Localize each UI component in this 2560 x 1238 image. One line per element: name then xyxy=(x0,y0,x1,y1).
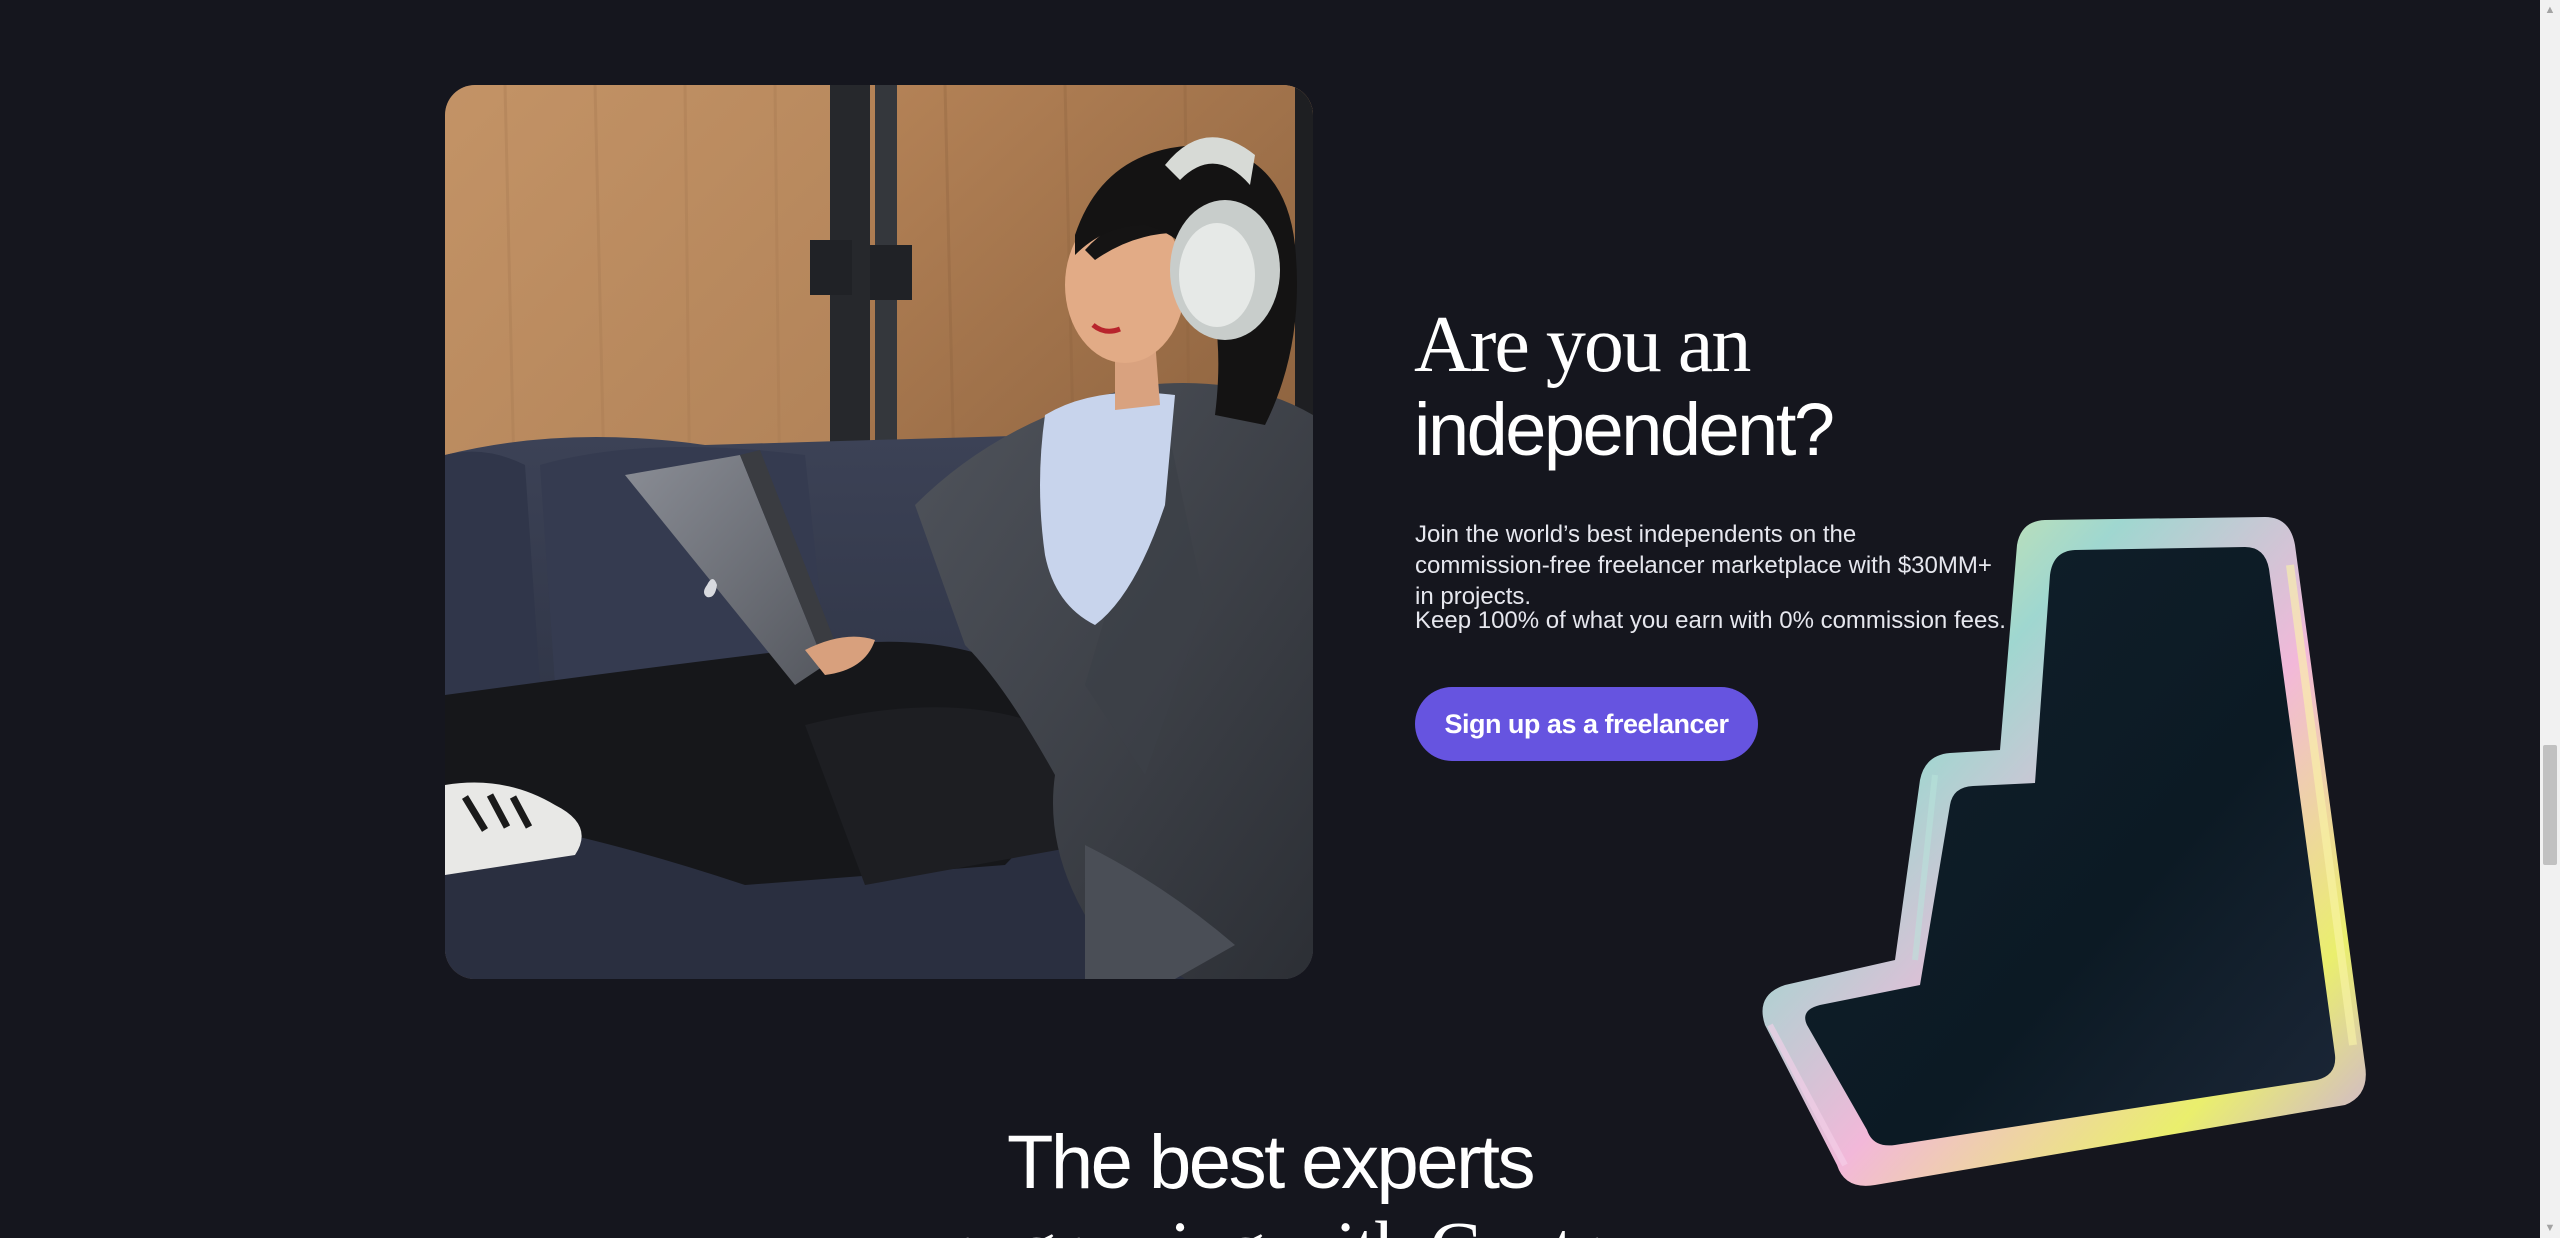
independent-heading-line1: Are you an xyxy=(1414,301,1751,389)
experts-heading-line1: The best experts xyxy=(1006,1120,1536,1205)
scroll-down-arrow-icon[interactable]: ▼ xyxy=(2540,1218,2560,1238)
experts-heading-line2: are growing with Contra xyxy=(0,1206,2540,1238)
independent-heading-line2: independent? xyxy=(1414,388,1835,471)
scroll-up-arrow-icon[interactable]: ▲ xyxy=(2540,0,2560,20)
sign-up-freelancer-button[interactable]: Sign up as a freelancer xyxy=(1415,687,1758,761)
experts-heading: The best experts are growing with Contra xyxy=(0,1120,2540,1238)
page: Are you an independent? Join the world’s… xyxy=(0,0,2560,1238)
decorative-3d-shape xyxy=(1762,517,2366,1186)
page-scrollbar[interactable]: ▲ ▼ xyxy=(2540,0,2560,1238)
freelancer-photo xyxy=(445,85,1313,979)
scrollbar-thumb[interactable] xyxy=(2543,745,2557,865)
independent-heading: Are you an independent? xyxy=(1414,300,1835,472)
freelancer-photo-illustration xyxy=(445,85,1313,979)
